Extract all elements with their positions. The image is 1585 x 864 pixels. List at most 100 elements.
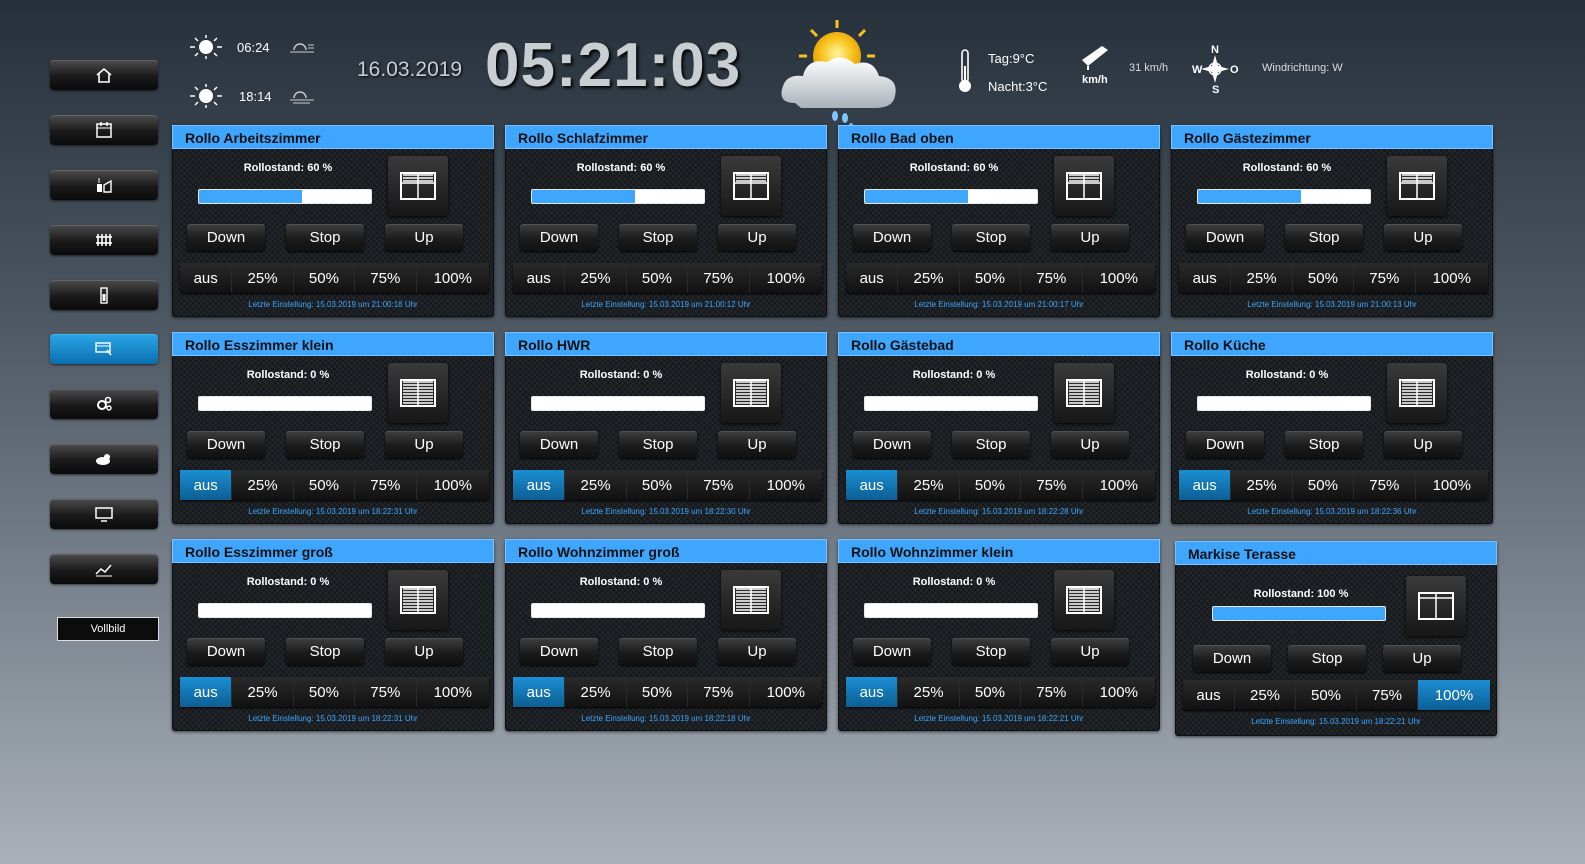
preset-75[interactable]: 75% xyxy=(355,263,417,293)
preset-50[interactable]: 50% xyxy=(626,263,689,293)
up-button[interactable]: Up xyxy=(385,431,463,458)
preset-25[interactable]: 25% xyxy=(232,263,294,293)
preset-100[interactable]: 100% xyxy=(1418,680,1490,710)
preset-100[interactable]: 100% xyxy=(749,470,822,500)
sidebar-item-chart[interactable] xyxy=(50,554,158,584)
up-button[interactable]: Up xyxy=(1384,224,1462,251)
down-button[interactable]: Down xyxy=(187,638,265,665)
preset-50[interactable]: 50% xyxy=(959,470,1022,500)
down-button[interactable]: Down xyxy=(1193,645,1271,672)
preset-75[interactable]: 75% xyxy=(1357,680,1418,710)
preset-50[interactable]: 50% xyxy=(1292,470,1355,500)
stop-button[interactable]: Stop xyxy=(952,224,1030,251)
preset-25[interactable]: 25% xyxy=(232,470,294,500)
preset-aus[interactable]: aus xyxy=(180,677,233,707)
sidebar-item-energy[interactable] xyxy=(50,170,158,200)
sidebar-item-home[interactable] xyxy=(50,60,158,90)
stop-button[interactable]: Stop xyxy=(952,638,1030,665)
stop-button[interactable]: Stop xyxy=(286,224,364,251)
stop-button[interactable]: Stop xyxy=(286,431,364,458)
down-button[interactable]: Down xyxy=(187,224,265,251)
stop-button[interactable]: Stop xyxy=(619,224,697,251)
preset-100[interactable]: 100% xyxy=(416,677,489,707)
down-button[interactable]: Down xyxy=(853,431,931,458)
preset-aus[interactable]: aus xyxy=(180,263,233,293)
down-button[interactable]: Down xyxy=(520,224,598,251)
preset-aus[interactable]: aus xyxy=(1179,263,1232,293)
stop-button[interactable]: Stop xyxy=(619,431,697,458)
preset-aus[interactable]: aus xyxy=(513,470,566,500)
preset-25[interactable]: 25% xyxy=(1231,470,1293,500)
fullscreen-button[interactable]: Vollbild xyxy=(57,617,159,641)
down-button[interactable]: Down xyxy=(520,638,598,665)
down-button[interactable]: Down xyxy=(1186,224,1264,251)
sidebar-item-shutters[interactable] xyxy=(50,334,158,364)
preset-50[interactable]: 50% xyxy=(1292,263,1355,293)
up-button[interactable]: Up xyxy=(385,224,463,251)
preset-50[interactable]: 50% xyxy=(293,263,356,293)
preset-100[interactable]: 100% xyxy=(1082,470,1155,500)
up-button[interactable]: Up xyxy=(1051,431,1129,458)
preset-25[interactable]: 25% xyxy=(565,677,627,707)
preset-75[interactable]: 75% xyxy=(1021,470,1083,500)
preset-25[interactable]: 25% xyxy=(1235,680,1296,710)
preset-25[interactable]: 25% xyxy=(898,470,960,500)
preset-50[interactable]: 50% xyxy=(293,677,356,707)
preset-aus[interactable]: aus xyxy=(513,677,566,707)
preset-75[interactable]: 75% xyxy=(688,470,750,500)
preset-75[interactable]: 75% xyxy=(1354,263,1416,293)
preset-75[interactable]: 75% xyxy=(1021,677,1083,707)
preset-aus[interactable]: aus xyxy=(180,470,233,500)
preset-75[interactable]: 75% xyxy=(1021,263,1083,293)
preset-100[interactable]: 100% xyxy=(749,677,822,707)
sidebar-item-battery[interactable] xyxy=(50,280,158,310)
preset-50[interactable]: 50% xyxy=(959,263,1022,293)
stop-button[interactable]: Stop xyxy=(1285,224,1363,251)
preset-100[interactable]: 100% xyxy=(1082,263,1155,293)
preset-75[interactable]: 75% xyxy=(355,470,417,500)
stop-button[interactable]: Stop xyxy=(1285,431,1363,458)
preset-100[interactable]: 100% xyxy=(1415,263,1488,293)
down-button[interactable]: Down xyxy=(853,224,931,251)
preset-aus[interactable]: aus xyxy=(513,263,566,293)
preset-aus[interactable]: aus xyxy=(846,470,899,500)
down-button[interactable]: Down xyxy=(1186,431,1264,458)
preset-25[interactable]: 25% xyxy=(898,263,960,293)
preset-100[interactable]: 100% xyxy=(749,263,822,293)
sidebar-item-calendar[interactable] xyxy=(50,115,158,145)
preset-25[interactable]: 25% xyxy=(565,470,627,500)
stop-button[interactable]: Stop xyxy=(952,431,1030,458)
preset-100[interactable]: 100% xyxy=(416,470,489,500)
preset-50[interactable]: 50% xyxy=(1296,680,1357,710)
preset-75[interactable]: 75% xyxy=(1354,470,1416,500)
sidebar-item-heating[interactable] xyxy=(50,225,158,255)
preset-25[interactable]: 25% xyxy=(898,677,960,707)
preset-75[interactable]: 75% xyxy=(688,263,750,293)
preset-25[interactable]: 25% xyxy=(1231,263,1293,293)
up-button[interactable]: Up xyxy=(1383,645,1461,672)
preset-25[interactable]: 25% xyxy=(232,677,294,707)
preset-25[interactable]: 25% xyxy=(565,263,627,293)
preset-75[interactable]: 75% xyxy=(688,677,750,707)
down-button[interactable]: Down xyxy=(853,638,931,665)
preset-100[interactable]: 100% xyxy=(416,263,489,293)
stop-button[interactable]: Stop xyxy=(619,638,697,665)
preset-75[interactable]: 75% xyxy=(355,677,417,707)
up-button[interactable]: Up xyxy=(1051,224,1129,251)
preset-50[interactable]: 50% xyxy=(626,677,689,707)
preset-aus[interactable]: aus xyxy=(1183,680,1235,710)
preset-100[interactable]: 100% xyxy=(1082,677,1155,707)
down-button[interactable]: Down xyxy=(520,431,598,458)
up-button[interactable]: Up xyxy=(385,638,463,665)
sidebar-item-settings[interactable] xyxy=(50,389,158,419)
sidebar-item-weather[interactable] xyxy=(50,444,158,474)
preset-100[interactable]: 100% xyxy=(1415,470,1488,500)
sidebar-item-monitor[interactable] xyxy=(50,499,158,529)
down-button[interactable]: Down xyxy=(187,431,265,458)
preset-aus[interactable]: aus xyxy=(846,263,899,293)
preset-50[interactable]: 50% xyxy=(626,470,689,500)
up-button[interactable]: Up xyxy=(718,431,796,458)
up-button[interactable]: Up xyxy=(718,638,796,665)
preset-aus[interactable]: aus xyxy=(1179,470,1232,500)
preset-aus[interactable]: aus xyxy=(846,677,899,707)
